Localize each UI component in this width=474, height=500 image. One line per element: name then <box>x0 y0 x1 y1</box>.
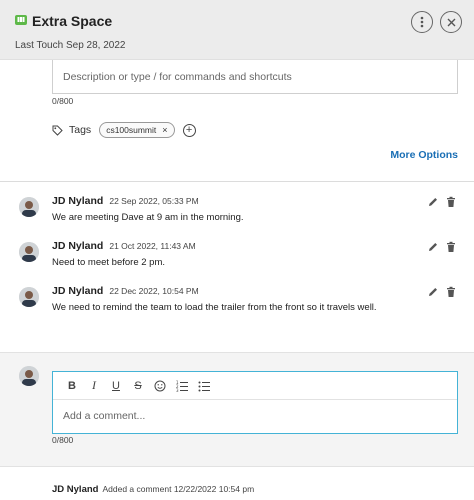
note-actions <box>427 240 457 252</box>
description-counter: 0/800 <box>52 96 74 106</box>
edit-icon[interactable] <box>427 195 439 207</box>
add-tag-icon[interactable]: + <box>182 123 196 137</box>
description-placeholder: Description or type / for commands and s… <box>63 71 292 83</box>
note-text: We need to remind the team to load the t… <box>52 302 377 313</box>
close-button[interactable] <box>440 11 462 33</box>
bullet-list-icon[interactable] <box>197 379 211 393</box>
note-date: 22 Sep 2022, 05:33 PM <box>109 196 199 206</box>
tag-chip-label: cs100summit <box>106 125 157 135</box>
trash-icon[interactable] <box>445 240 457 252</box>
note-date: 21 Oct 2022, 11:43 AM <box>109 241 196 251</box>
edit-icon[interactable] <box>427 240 439 252</box>
avatar <box>19 242 39 262</box>
panel-header: Extra Space Last Touch Sep 28, 2022 <box>0 0 474 60</box>
note-item: JD Nyland 21 Oct 2022, 11:43 AM Need to m… <box>0 240 474 280</box>
avatar <box>19 366 39 386</box>
note-actions <box>427 285 457 297</box>
note-author: JD Nyland <box>52 240 104 252</box>
numbered-list-icon[interactable]: 123 <box>175 379 189 393</box>
italic-icon[interactable]: I <box>87 378 101 393</box>
trash-icon[interactable] <box>445 285 457 297</box>
page-title: Extra Space <box>32 13 113 29</box>
note-text: We are meeting Dave at 9 am in the morni… <box>52 212 244 223</box>
note-date: 22 Dec 2022, 10:54 PM <box>109 286 199 296</box>
emoji-icon[interactable] <box>153 379 167 393</box>
note-header: JD Nyland 21 Oct 2022, 11:43 AM <box>52 240 196 252</box>
formatting-toolbar: B I U S 123 <box>53 372 457 400</box>
note-item: JD Nyland 22 Dec 2022, 10:54 PM We need t… <box>0 285 474 325</box>
more-actions-button[interactable] <box>411 11 433 33</box>
strikethrough-icon[interactable]: S <box>131 379 145 393</box>
close-icon <box>447 18 455 26</box>
tags-label: Tags <box>69 124 92 136</box>
note-actions <box>427 195 457 207</box>
comment-composer: B I U S 123 Add a comment... 0/800 <box>0 352 474 467</box>
avatar <box>19 287 39 307</box>
more-options-link[interactable]: More Options <box>390 149 458 161</box>
avatar <box>19 197 39 217</box>
comment-placeholder: Add a comment... <box>63 410 146 422</box>
svg-text:3: 3 <box>176 388 179 392</box>
note-item: JD Nyland 22 Sep 2022, 05:33 PM We are me… <box>0 195 474 235</box>
vertical-dots-icon <box>420 16 424 28</box>
activity-entry: JD Nyland Added a comment 12/22/2022 10:5… <box>52 484 254 495</box>
note-author: JD Nyland <box>52 285 104 297</box>
comment-counter: 0/800 <box>52 435 74 445</box>
note-header: JD Nyland 22 Sep 2022, 05:33 PM <box>52 195 199 207</box>
bold-icon[interactable]: B <box>65 379 79 393</box>
note-text: Need to meet before 2 pm. <box>52 257 166 268</box>
edit-icon[interactable] <box>427 285 439 297</box>
tag-chip[interactable]: cs100summit × <box>99 122 175 138</box>
brand-icon <box>15 15 27 25</box>
note-author: JD Nyland <box>52 195 104 207</box>
divider <box>0 181 474 182</box>
description-input[interactable]: Description or type / for commands and s… <box>52 60 458 94</box>
note-header: JD Nyland 22 Dec 2022, 10:54 PM <box>52 285 199 297</box>
activity-text: Added a comment 12/22/2022 10:54 pm <box>102 484 255 494</box>
tag-icon <box>52 125 63 136</box>
trash-icon[interactable] <box>445 195 457 207</box>
tags-row: Tags cs100summit × + <box>52 121 196 139</box>
remove-tag-icon[interactable]: × <box>162 125 167 135</box>
underline-icon[interactable]: U <box>109 379 123 393</box>
comment-editor[interactable]: B I U S 123 Add a comment... <box>52 371 458 434</box>
activity-author: JD Nyland <box>52 484 99 495</box>
last-touch-date: Last Touch Sep 28, 2022 <box>15 40 126 51</box>
